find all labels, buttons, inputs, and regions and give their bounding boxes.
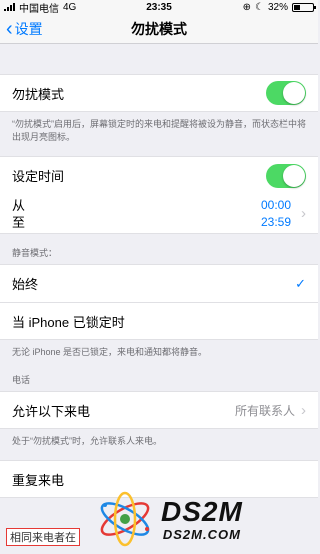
from-label: 从 (12, 197, 26, 213)
schedule-label: 设定时间 (12, 169, 65, 184)
to-label: 至 (12, 214, 26, 230)
range-values: 00:00 23:59 (261, 197, 291, 231)
dnd-label: 勿扰模式 (12, 86, 65, 102)
page-title: 勿扰模式 (131, 20, 187, 37)
silence-option-always[interactable]: 始终 ✓ (0, 264, 318, 302)
lock-rotation-icon: ⊕ (242, 1, 252, 13)
allow-calls-value: 所有联系人 (234, 403, 295, 418)
repeat-calls-row: 重复来电 (0, 460, 318, 498)
network-label: 4G (63, 1, 77, 13)
dnd-row: 勿扰模式 (0, 74, 318, 112)
battery-icon (292, 2, 316, 12)
to-time: 23:59 (260, 214, 291, 229)
repeat-group: 重复来电 (0, 460, 318, 498)
back-label: 设置 (14, 20, 43, 37)
chevron-right-icon: › (301, 401, 306, 419)
option-label: 当 iPhone 已锁定时 (12, 314, 125, 330)
toggle-knob (283, 164, 305, 187)
battery-percent: 32% (267, 1, 288, 13)
schedule-toggle[interactable] (266, 163, 306, 188)
allow-calls-footer: 处于“勿扰模式”时，允许联系人来电。 (12, 436, 162, 446)
silence-option-locked[interactable]: 当 iPhone 已锁定时 (0, 302, 318, 340)
repeat-footer-partial: 相同来电者在 (6, 528, 80, 546)
schedule-range-row[interactable]: 从 至 00:00 23:59 › (0, 194, 318, 234)
chevron-right-icon: › (301, 205, 306, 222)
watermark-text: DS2M DS2M.COM (161, 495, 243, 542)
status-bar: 中国电信 4G 23:35 ⊕ ☾ 32% (0, 0, 318, 15)
schedule-group: 设定时间 从 至 00:00 23:59 › (0, 156, 318, 234)
phone-header: 电话 (12, 375, 31, 385)
dnd-toggle[interactable] (266, 81, 306, 105)
status-left: 中国电信 4G (4, 0, 76, 15)
dnd-footer: “勿扰模式”启用后，屏幕锁定时的来电和提醒将被设为静音，而状态栏中将出现月亮图标… (12, 119, 306, 142)
chevron-left-icon: ‹ (6, 17, 13, 40)
checkmark-icon: ✓ (295, 275, 306, 291)
repeat-calls-label: 重复来电 (12, 472, 65, 488)
schedule-row: 设定时间 (0, 156, 318, 194)
allow-calls-row[interactable]: 允许以下来电 所有联系人 › (0, 391, 318, 429)
carrier-label: 中国电信 (19, 3, 59, 15)
phone-group: 允许以下来电 所有联系人 › (0, 391, 318, 429)
range-times: 00:00 23:59 › (261, 197, 306, 231)
signal-icon (4, 3, 15, 11)
silence-group: 始终 ✓ 当 iPhone 已锁定时 (0, 264, 318, 340)
range-labels: 从 至 (12, 197, 25, 231)
back-button[interactable]: ‹ 设置 (0, 19, 43, 39)
atom-logo-icon (100, 491, 150, 547)
watermark-big: DS2M (161, 495, 243, 527)
allow-calls-label: 允许以下来电 (12, 403, 91, 419)
status-right: ⊕ ☾ 32% (242, 1, 316, 13)
moon-icon: ☾ (255, 1, 264, 13)
allow-calls-value-wrap: 所有联系人 › (235, 402, 306, 419)
watermark-small: DS2M.COM (162, 526, 241, 542)
from-time: 00:00 (260, 197, 291, 212)
nav-bar: ‹ 设置 勿扰模式 (0, 14, 318, 44)
option-label: 始终 (12, 277, 39, 292)
dnd-group: 勿扰模式 (0, 74, 318, 112)
silence-header: 静音模式： (12, 248, 58, 258)
toggle-knob (283, 82, 305, 104)
silence-footer: 无论 iPhone 是否已锁定，来电和通知都将静音。 (12, 347, 208, 357)
